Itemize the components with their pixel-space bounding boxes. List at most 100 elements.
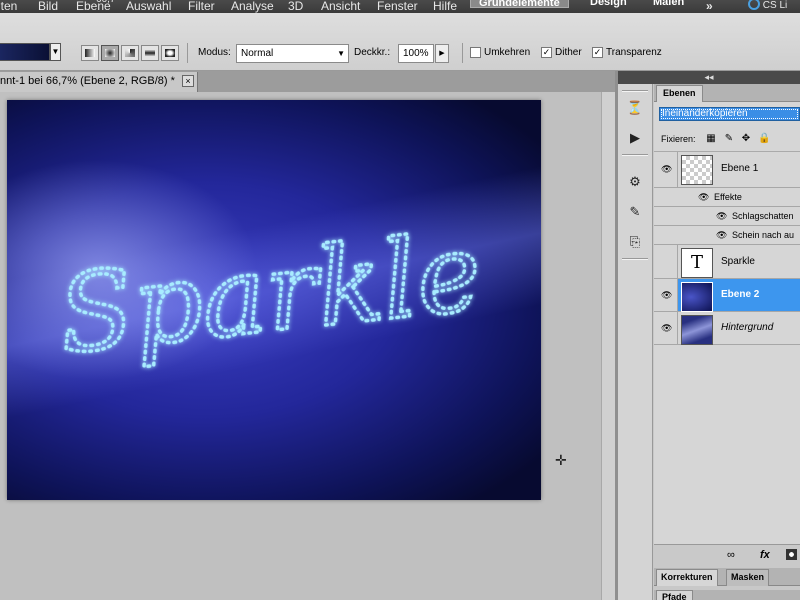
menu-item-filter[interactable]: Filter <box>188 0 215 13</box>
lock-pixels-icon[interactable]: ✎ <box>723 133 735 145</box>
reflected-gradient-button[interactable] <box>141 45 159 61</box>
adjustments-panel-tabs: Korrekturen Masken <box>654 568 800 586</box>
fx-icon[interactable]: fx <box>760 549 770 561</box>
effect-row-outer-glow[interactable]: 👁 Schein nach au <box>654 226 800 245</box>
menu-item-ansicht[interactable]: Ansicht <box>321 0 360 13</box>
layer-row-ebene-2[interactable]: 👁 Ebene 2 <box>654 279 800 312</box>
paths-panel-tabs: Pfade <box>654 590 800 600</box>
layer-name[interactable]: Ebene 2 <box>721 289 759 300</box>
document-tab-bar: nnt-1 bei 66,7% (Ebene 2, RGB/8) * × <box>0 71 615 92</box>
eye-icon[interactable]: 👁 <box>716 211 727 222</box>
angle-gradient-icon <box>125 49 135 57</box>
more-workspaces-icon[interactable]: » <box>706 0 713 13</box>
layer-effects-row[interactable]: 👁 Effekte <box>654 188 800 207</box>
document-canvas[interactable]: Sparkle <box>7 100 541 500</box>
menu-item-fenster[interactable]: Fenster <box>377 0 418 13</box>
reverse-label: Umkehren <box>484 47 531 58</box>
diamond-gradient-button[interactable] <box>161 45 179 61</box>
eye-icon: 👁 <box>661 323 673 333</box>
workspace-design[interactable]: Design <box>582 0 635 8</box>
document-tab[interactable]: nnt-1 bei 66,7% (Ebene 2, RGB/8) * × <box>0 72 198 92</box>
tab-masken[interactable]: Masken <box>726 569 770 586</box>
lock-row: Fixieren: ▦ ✎ ✥ 🔒 <box>654 126 800 152</box>
effect-name: Schlagschatten <box>732 211 794 221</box>
mode-select-value: Normal <box>241 48 274 59</box>
dock-collapse-bar[interactable]: ◂◂ <box>618 71 800 84</box>
layer-row-hintergrund[interactable]: 👁 Hintergrund <box>654 312 800 345</box>
layer-visibility-toggle[interactable] <box>654 245 678 278</box>
history-icon[interactable]: ⏳ <box>624 98 646 118</box>
layer-row-sparkle[interactable]: T Sparkle <box>654 245 800 279</box>
effect-row-drop-shadow[interactable]: 👁 Schlagschatten <box>654 207 800 226</box>
layer-row-ebene-1[interactable]: 👁 Ebene 1 <box>654 152 800 188</box>
linear-gradient-button[interactable] <box>81 45 99 61</box>
tab-ebenen[interactable]: Ebenen <box>656 85 703 102</box>
radial-gradient-button[interactable] <box>101 45 119 61</box>
eye-icon[interactable]: 👁 <box>698 192 709 203</box>
mode-label: Modus: <box>198 47 231 58</box>
transparency-label: Transparenz <box>606 47 662 58</box>
transparency-checkbox[interactable]: ✓ <box>592 47 603 58</box>
options-divider <box>187 43 188 63</box>
actions-play-icon[interactable]: ▶ <box>624 128 646 148</box>
vertical-scrollbar[interactable] <box>601 92 615 600</box>
collapse-panels-icon[interactable]: ◂◂ <box>704 72 713 82</box>
eye-icon: 👁 <box>661 290 673 300</box>
layer-name[interactable]: Hintergrund <box>721 322 773 333</box>
lock-all-icon[interactable]: 🔒 <box>758 133 770 145</box>
reverse-checkbox[interactable] <box>470 47 481 58</box>
mode-select[interactable]: Normal ▼ <box>236 44 349 63</box>
link-icon[interactable]: ∞ <box>727 549 735 561</box>
opacity-slider-toggle[interactable]: ▶ <box>435 44 449 63</box>
gradient-preview-swatch[interactable] <box>0 43 50 61</box>
gradient-picker-dropdown[interactable]: ▼ <box>50 43 61 61</box>
layers-panel-footer: ∞ fx <box>654 544 800 568</box>
opacity-label: Deckkr.: <box>354 47 391 58</box>
layer-blend-mode-select[interactable]: Ineinanderkopieren <box>659 107 800 121</box>
text-layer-thumbnail: T <box>681 248 713 278</box>
layers-panel: Ebenen Ineinanderkopieren Fixieren: ▦ ✎ … <box>654 84 800 568</box>
dither-checkbox[interactable]: ✓ <box>541 47 552 58</box>
lock-transparency-icon[interactable]: ▦ <box>705 133 717 145</box>
layer-visibility-toggle[interactable]: 👁 <box>654 152 678 187</box>
layer-name[interactable]: Ebene 1 <box>721 163 758 174</box>
panel-icon-strip: ⏳ ▶ ⚙ ✎ ⎘ <box>618 84 653 600</box>
tab-pfade[interactable]: Pfade <box>656 590 693 600</box>
layer-visibility-toggle[interactable]: 👁 <box>654 312 678 344</box>
menu-item-auswahl[interactable]: Auswahl <box>126 0 171 13</box>
close-icon[interactable]: × <box>182 75 194 87</box>
zoom-readout[interactable]: 66,7 <box>96 0 115 8</box>
mask-icon[interactable] <box>786 549 797 560</box>
menu-item-3d[interactable]: 3D <box>288 0 303 13</box>
strip-divider <box>622 154 648 156</box>
strip-divider <box>622 258 648 260</box>
layer-thumbnail <box>681 155 713 185</box>
tab-korrekturen[interactable]: Korrekturen <box>656 569 718 586</box>
radial-gradient-icon <box>105 49 115 57</box>
workspace-malen[interactable]: Malen <box>645 0 692 8</box>
opacity-input[interactable]: 100% <box>398 44 434 63</box>
sparkle-text: Sparkle <box>53 210 487 379</box>
workspace-grundelemente[interactable]: Grundelemente <box>470 0 569 9</box>
brush-presets-icon[interactable]: ⚙ <box>624 172 646 192</box>
menu-item-bild[interactable]: Bild <box>38 0 58 13</box>
menu-bar: iten Bild Ebene Auswahl Filter Analyse 3… <box>0 0 800 13</box>
chevron-down-icon: ▼ <box>337 49 345 58</box>
effects-label: Effekte <box>714 192 742 202</box>
layers-panel-tabs: Ebenen <box>654 84 800 102</box>
cs-live-button[interactable]: CS Li <box>748 0 787 13</box>
angle-gradient-button[interactable] <box>121 45 139 61</box>
lock-label: Fixieren: <box>661 134 696 144</box>
options-bar: ▼ Modus: Normal ▼ Deckkr.: 100% ▶ Umkehr… <box>0 13 800 71</box>
document-tab-title: nnt-1 bei 66,7% (Ebene 2, RGB/8) * <box>0 75 175 87</box>
lock-position-icon[interactable]: ✥ <box>740 133 752 145</box>
eye-icon[interactable]: 👁 <box>716 230 727 241</box>
clone-source-icon[interactable]: ⎘ <box>624 232 646 252</box>
layer-name[interactable]: Sparkle <box>721 256 755 267</box>
layer-visibility-toggle[interactable]: 👁 <box>654 279 678 311</box>
menu-item-fenster-partial[interactable]: iten <box>0 0 17 13</box>
menu-item-hilfe[interactable]: Hilfe <box>433 0 457 13</box>
linear-gradient-icon <box>85 49 95 57</box>
brushes-icon[interactable]: ✎ <box>624 202 646 222</box>
menu-item-analyse[interactable]: Analyse <box>231 0 274 13</box>
